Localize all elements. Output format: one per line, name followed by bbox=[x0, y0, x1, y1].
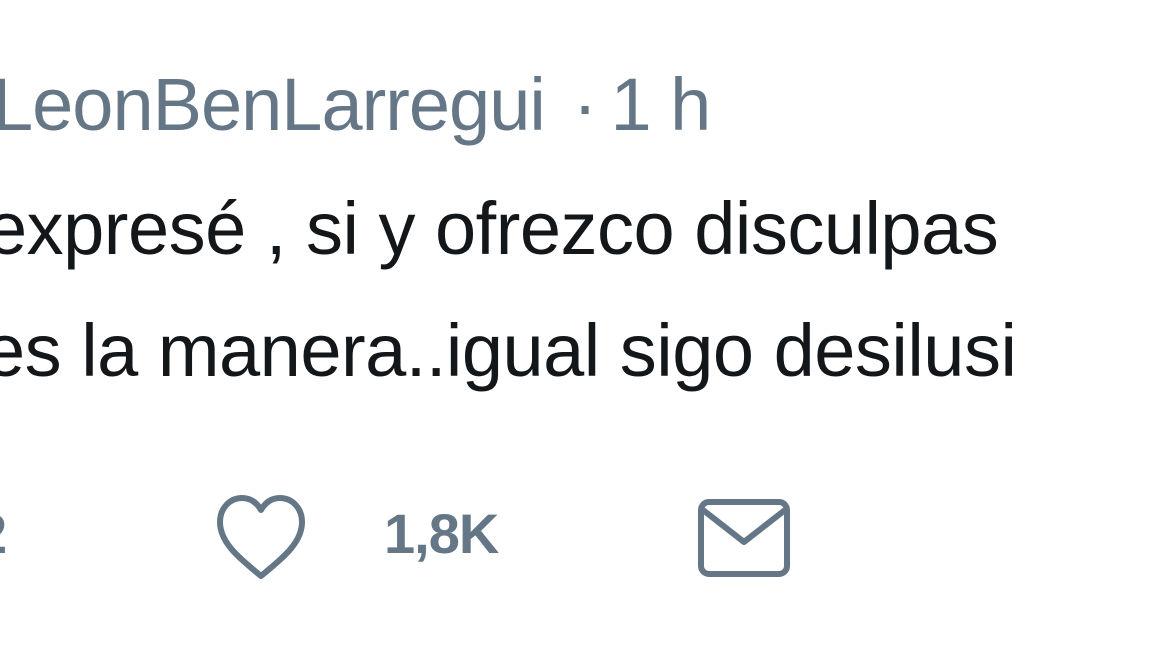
tweet-actions: 2 1,8K bbox=[0, 490, 1152, 600]
tweet-timestamp[interactable]: 1 h bbox=[610, 63, 711, 146]
header-separator: · bbox=[572, 63, 598, 146]
like-count: 1,8K bbox=[384, 502, 499, 565]
tweet-text-line-1: expresé , si y ofrezco disculpas bbox=[0, 187, 999, 270]
tweet-text-line-2: es la manera..igual sigo desilusi bbox=[0, 309, 1017, 392]
heart-icon[interactable] bbox=[212, 490, 310, 586]
tweet-header: LeonBenLarregui · 1 h bbox=[0, 62, 711, 148]
tweet: LeonBenLarregui · 1 h expresé , si y ofrez… bbox=[0, 0, 1152, 648]
user-handle[interactable]: LeonBenLarregui bbox=[0, 63, 546, 146]
retweet-count: 2 bbox=[0, 500, 7, 568]
envelope-icon[interactable] bbox=[696, 496, 792, 580]
